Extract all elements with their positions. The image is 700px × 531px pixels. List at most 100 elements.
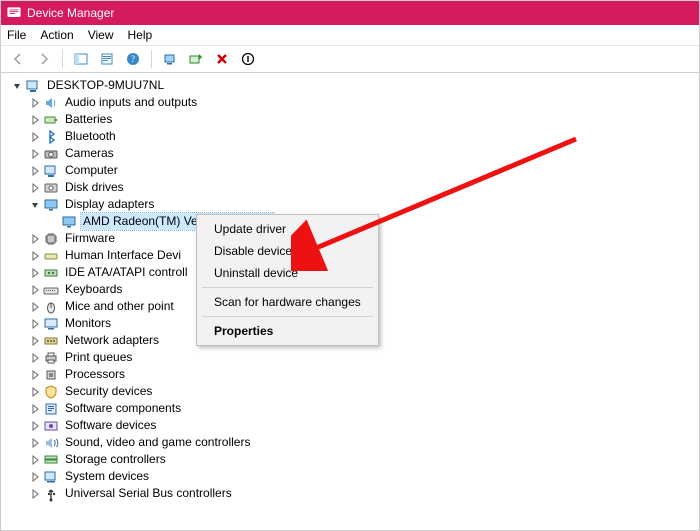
tree-item-label: Firmware <box>63 230 117 247</box>
chip-icon <box>43 231 59 247</box>
tree-item-label: Universal Serial Bus controllers <box>63 485 234 502</box>
expand-toggle[interactable] <box>29 386 41 398</box>
app-icon <box>7 6 21 20</box>
tree-item-label: Storage controllers <box>63 451 168 468</box>
tree-item[interactable]: Software devices <box>5 417 699 434</box>
expand-toggle[interactable] <box>29 165 41 177</box>
menu-action[interactable]: Action <box>40 28 73 42</box>
tree-item[interactable]: System devices <box>5 468 699 485</box>
expand-toggle[interactable] <box>29 131 41 143</box>
tree-item[interactable]: Disk drives <box>5 179 699 196</box>
toolbar-separator <box>151 50 152 68</box>
ctx-disable-device[interactable]: Disable device <box>200 240 375 262</box>
disable-device-button[interactable] <box>237 48 259 70</box>
tree-item[interactable]: Security devices <box>5 383 699 400</box>
expand-toggle[interactable] <box>29 369 41 381</box>
expand-toggle[interactable] <box>29 403 41 415</box>
expand-toggle[interactable] <box>29 199 41 211</box>
tree-item-label: Batteries <box>63 111 114 128</box>
tree-item[interactable]: Computer <box>5 162 699 179</box>
expand-toggle[interactable] <box>29 437 41 449</box>
tree-item[interactable]: Processors <box>5 366 699 383</box>
tree-item[interactable]: Cameras <box>5 145 699 162</box>
camera-icon <box>43 146 59 162</box>
expand-toggle[interactable] <box>29 267 41 279</box>
pc-icon <box>43 163 59 179</box>
tree-item-label: Monitors <box>63 315 113 332</box>
ctx-properties[interactable]: Properties <box>200 320 375 342</box>
tree-item-label: Mice and other point <box>63 298 176 315</box>
tree-item-label: Audio inputs and outputs <box>63 94 199 111</box>
monitor-icon <box>43 316 59 332</box>
tree-item-label: IDE ATA/ATAPI controll <box>63 264 189 281</box>
battery-icon <box>43 112 59 128</box>
tree-item-label: Software devices <box>63 417 158 434</box>
expand-toggle[interactable] <box>29 148 41 160</box>
expand-toggle[interactable] <box>29 250 41 262</box>
forward-button <box>33 48 55 70</box>
expand-toggle[interactable] <box>29 97 41 109</box>
expand-toggle[interactable] <box>29 454 41 466</box>
help-button[interactable]: ? <box>122 48 144 70</box>
menu-file[interactable]: File <box>7 28 26 42</box>
expand-toggle[interactable] <box>11 80 23 92</box>
cpu-icon <box>43 367 59 383</box>
ctx-scan-hardware[interactable]: Scan for hardware changes <box>200 291 375 313</box>
tree-item[interactable]: Storage controllers <box>5 451 699 468</box>
ide-icon <box>43 265 59 281</box>
uninstall-device-button[interactable] <box>211 48 233 70</box>
ctx-update-driver[interactable]: Update driver <box>200 218 375 240</box>
svg-text:?: ? <box>131 54 135 64</box>
title-bar: Device Manager <box>1 1 699 25</box>
display-icon <box>43 197 59 213</box>
tree-item-label: Processors <box>63 366 127 383</box>
expand-toggle[interactable] <box>29 352 41 364</box>
scan-hardware-button[interactable] <box>159 48 181 70</box>
tree-item[interactable]: Bluetooth <box>5 128 699 145</box>
speaker-icon <box>43 95 59 111</box>
mouse-icon <box>43 299 59 315</box>
system-icon <box>43 469 59 485</box>
tree-item[interactable]: Audio inputs and outputs <box>5 94 699 111</box>
menu-bar: File Action View Help <box>1 25 699 46</box>
ctx-uninstall-device[interactable]: Uninstall device <box>200 262 375 284</box>
swdev-icon <box>43 418 59 434</box>
menu-view[interactable]: View <box>88 28 114 42</box>
tree-item-label: Display adapters <box>63 196 156 213</box>
bluetooth-icon <box>43 129 59 145</box>
tree-item[interactable]: Software components <box>5 400 699 417</box>
context-menu: Update driver Disable device Uninstall d… <box>196 214 379 346</box>
tree-item[interactable]: Display adapters <box>5 196 699 213</box>
keyboard-icon <box>43 282 59 298</box>
expand-toggle[interactable] <box>29 420 41 432</box>
expand-toggle[interactable] <box>29 233 41 245</box>
expand-toggle[interactable] <box>29 114 41 126</box>
expand-toggle[interactable] <box>29 301 41 313</box>
expand-toggle[interactable] <box>29 488 41 500</box>
tree-item[interactable]: Print queues <box>5 349 699 366</box>
tree-item[interactable]: Batteries <box>5 111 699 128</box>
show-hide-console-tree-button[interactable] <box>70 48 92 70</box>
tree-item-label: DESKTOP-9MUU7NL <box>45 77 166 94</box>
tree-item[interactable]: Sound, video and game controllers <box>5 434 699 451</box>
menu-help[interactable]: Help <box>128 28 153 42</box>
expand-toggle[interactable] <box>29 318 41 330</box>
tree-item[interactable]: Universal Serial Bus controllers <box>5 485 699 502</box>
usb-icon <box>43 486 59 502</box>
properties-button[interactable] <box>96 48 118 70</box>
swcomp-icon <box>43 401 59 417</box>
update-driver-button[interactable] <box>185 48 207 70</box>
ctx-separator <box>202 287 373 288</box>
expand-toggle[interactable] <box>29 335 41 347</box>
tree-root-item[interactable]: DESKTOP-9MUU7NL <box>5 77 699 94</box>
expand-toggle[interactable] <box>29 284 41 296</box>
expand-toggle[interactable] <box>29 471 41 483</box>
tree-item-label: Keyboards <box>63 281 124 298</box>
tree-item-label: Print queues <box>63 349 134 366</box>
window-title: Device Manager <box>27 6 114 20</box>
expand-toggle[interactable] <box>29 182 41 194</box>
tree-item-label: Disk drives <box>63 179 126 196</box>
net-icon <box>43 333 59 349</box>
tree-item-label: Bluetooth <box>63 128 118 145</box>
tree-item-label: Human Interface Devi <box>63 247 183 264</box>
